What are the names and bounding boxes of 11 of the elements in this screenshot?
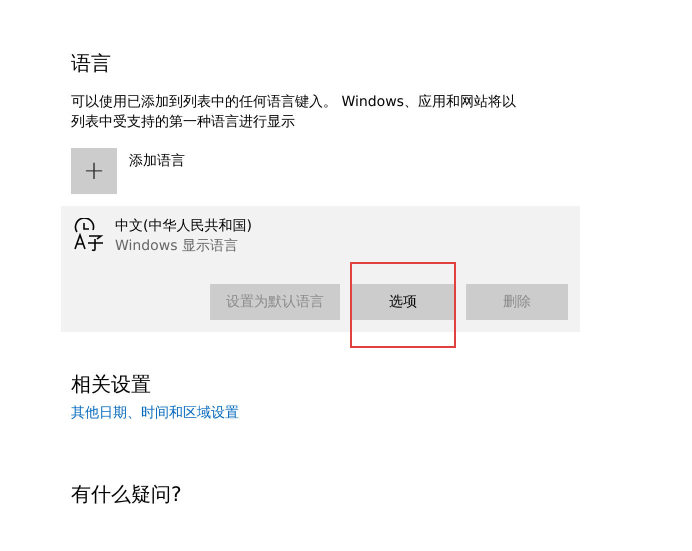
section-title: 相关设置	[71, 371, 151, 398]
settings-link[interactable]: 其他日期、时间和区域设置	[71, 404, 239, 422]
language-icon	[73, 218, 105, 252]
section-title: 语言	[71, 50, 111, 77]
language-subtitle: Windows 显示语言	[115, 237, 239, 256]
add-language-label[interactable]: 添加语言	[129, 152, 185, 170]
add-language-button[interactable]: +	[71, 148, 117, 194]
description-text: 可以使用已添加到列表中的任何语言键入。 Windows、应用和网站将以列表中受支持的第一种语言进行显示	[71, 93, 517, 132]
language-name: 中文(中华人民共和国)	[115, 217, 252, 236]
action-button[interactable]: 选项	[352, 284, 454, 320]
section-title: 有什么疑问?	[71, 481, 182, 508]
